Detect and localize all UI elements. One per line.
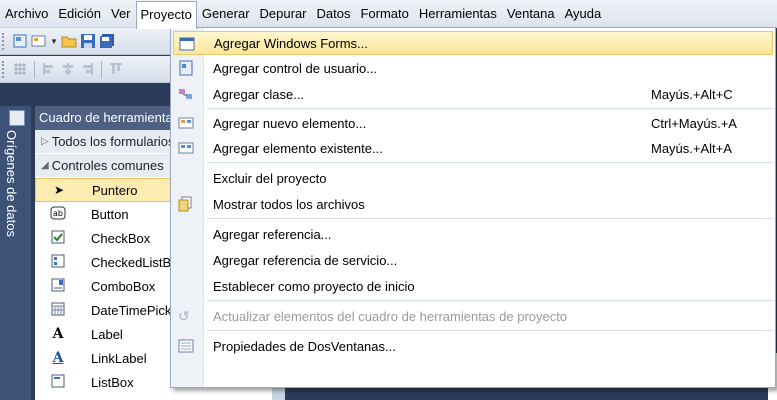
toolbox-item-label: Button [91, 206, 129, 222]
save-icon[interactable] [80, 33, 96, 49]
menu-ayuda[interactable]: Ayuda [560, 0, 607, 27]
menu-formato[interactable]: Formato [355, 0, 413, 27]
menu-item-label: Propiedades de DosVentanas... [213, 338, 396, 354]
menu-item-properties[interactable]: Propiedades de DosVentanas... [173, 334, 773, 358]
svg-text:ab: ab [53, 209, 63, 218]
menu-item-label: Agregar nuevo elemento... [213, 115, 367, 131]
menu-generar[interactable]: Generar [197, 0, 255, 27]
class-icon [178, 86, 194, 102]
layout-toolbar [0, 56, 175, 83]
button-icon: ab [49, 206, 67, 223]
menu-item-update-toolbox: ↺ Actualizar elementos del cuadro de her… [173, 304, 773, 328]
align-lefts-icon[interactable] [41, 61, 57, 77]
menu-item-set-as-startup[interactable]: Establecer como proyecto de inicio [173, 274, 773, 298]
linklabel-icon: A [52, 350, 64, 366]
menu-item-label: Mostrar todos los archivos [213, 196, 365, 212]
open-folder-icon[interactable] [61, 33, 77, 49]
menu-separator [207, 330, 773, 331]
menu-item-label: Actualizar elementos del cuadro de herra… [213, 308, 568, 324]
menu-item-add-class[interactable]: Agregar clase... Mayús.+Alt+C [173, 82, 773, 106]
menu-item-label: Excluir del proyecto [213, 170, 327, 186]
menu-item-shortcut: Ctrl+Mayús.+A [651, 115, 737, 131]
chevron-down-icon[interactable]: ▼ [50, 37, 58, 46]
menu-item-label: Agregar referencia de servicio... [213, 252, 398, 268]
checkedlistbox-icon [49, 254, 67, 271]
menu-ventana[interactable]: Ventana [502, 0, 560, 27]
menu-item-label: Agregar control de usuario... [213, 60, 378, 76]
label-icon: A [52, 326, 64, 342]
align-centers-icon[interactable] [60, 61, 76, 77]
menu-separator [207, 108, 773, 109]
menu-item-shortcut: Mayús.+Alt+C [651, 86, 733, 102]
menu-archivo[interactable]: Archivo [0, 0, 53, 27]
menu-separator [207, 162, 773, 163]
menu-edicion[interactable]: Edición [53, 0, 106, 27]
menu-separator [207, 218, 773, 219]
menu-item-label: Agregar referencia... [213, 226, 332, 242]
pointer-icon: ➤ [53, 183, 65, 197]
menu-datos[interactable]: Datos [312, 0, 356, 27]
menu-item-add-existing-item[interactable]: Agregar elemento existente... Mayús.+Alt… [173, 136, 773, 160]
menu-bar: Archivo Edición Ver Proyecto Generar Dep… [0, 0, 777, 29]
toolbox-item-label: ListBox [91, 374, 134, 390]
toolbar-separator [34, 60, 35, 78]
listbox-icon [49, 374, 67, 391]
proyecto-menu-dropdown: Agregar Windows Forms... Agregar control… [170, 27, 776, 388]
combobox-icon [49, 278, 67, 295]
save-all-icon[interactable] [99, 33, 115, 49]
standard-toolbar: ▼ [0, 28, 175, 55]
menu-item-add-service-reference[interactable]: Agregar referencia de servicio... [173, 248, 773, 272]
toolbar-grip[interactable] [2, 60, 7, 78]
toolbox-item-label: Label [91, 326, 123, 342]
properties-icon [178, 338, 194, 354]
toolbar-grip[interactable] [2, 32, 7, 50]
category-label: Controles comunes [51, 158, 164, 173]
menu-item-label: Agregar clase... [213, 86, 305, 102]
align-to-grid-icon[interactable] [12, 61, 28, 77]
menu-item-label: Establecer como proyecto de inicio [213, 278, 415, 294]
menu-item-add-new-item[interactable]: Agregar nuevo elemento... Ctrl+Mayús.+A [173, 111, 773, 135]
toolbox-item-label: CheckBox [91, 230, 151, 246]
menu-item-add-reference[interactable]: Agregar referencia... [173, 222, 773, 246]
menu-item-add-user-control[interactable]: Agregar control de usuario... [173, 56, 773, 80]
toolbox-item-label: Puntero [92, 182, 138, 198]
menu-separator [207, 300, 773, 301]
menu-depurar[interactable]: Depurar [255, 0, 312, 27]
menu-item-shortcut: Mayús.+Alt+A [651, 140, 732, 156]
menu-item-label: Agregar Windows Forms... [214, 35, 368, 51]
refresh-toolbox-icon: ↺ [178, 308, 190, 324]
new-item-icon [178, 115, 194, 131]
data-sources-tab[interactable]: Orígenes de datos [0, 106, 31, 400]
data-sources-label: Orígenes de datos [4, 130, 19, 237]
menu-ver[interactable]: Ver [106, 0, 136, 27]
data-sources-icon [9, 110, 25, 126]
datetimepicker-icon [49, 302, 67, 319]
align-rights-icon[interactable] [79, 61, 95, 77]
checkbox-icon [49, 230, 67, 247]
new-project-icon[interactable] [12, 33, 28, 49]
menu-item-label: Agregar elemento existente... [213, 140, 383, 156]
menu-proyecto[interactable]: Proyecto [135, 1, 197, 29]
menu-item-show-all-files[interactable]: Mostrar todos los archivos [173, 192, 773, 216]
align-tops-icon[interactable] [108, 61, 124, 77]
form-icon [179, 36, 195, 52]
existing-item-icon [178, 140, 194, 156]
menu-herramientas[interactable]: Herramientas [414, 0, 502, 27]
menu-item-add-windows-form[interactable]: Agregar Windows Forms... [173, 31, 773, 55]
toolbox-item-label: ComboBox [91, 278, 156, 294]
add-item-icon[interactable] [31, 33, 47, 49]
collapse-arrow-icon[interactable]: ◢ [41, 160, 49, 171]
expand-arrow-icon[interactable]: ▷ [41, 136, 49, 147]
show-all-files-icon [178, 196, 194, 212]
menu-item-exclude-from-project[interactable]: Excluir del proyecto [173, 166, 773, 190]
usercontrol-icon [178, 60, 194, 76]
toolbar-separator [101, 60, 102, 78]
toolbox-item-label: LinkLabel [91, 350, 147, 366]
